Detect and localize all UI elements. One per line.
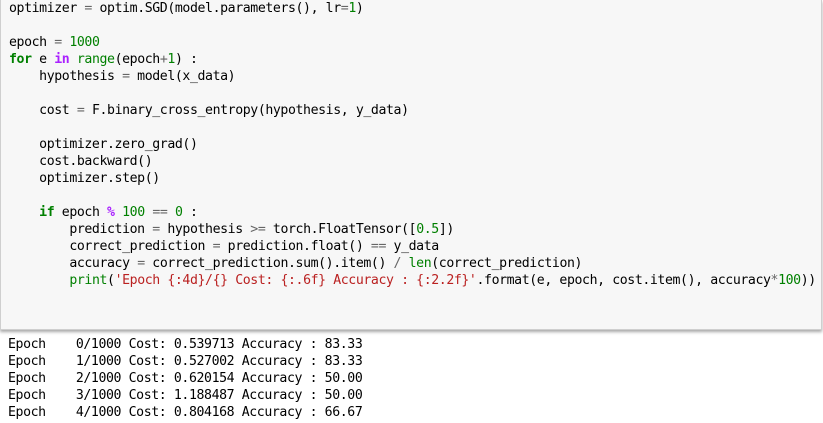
code-token: * [770, 273, 779, 288]
code-token: model(x_data) [129, 69, 236, 84]
code-token: ( [107, 273, 115, 288]
code-token: if [39, 205, 55, 220]
code-token: 100 [122, 205, 145, 220]
code-token: == [152, 205, 168, 220]
code-token: hypothesis [9, 69, 123, 84]
code-token: optim.SGD(model.parameters(), lr [91, 1, 341, 16]
code-token: = [212, 239, 221, 254]
output-line: Epoch 2/1000 Cost: 0.620154 Accuracy : 5… [8, 371, 363, 386]
code-line: hypothesis = model(x_data) [9, 68, 816, 85]
code-line: accuracy = correct_prediction.sum().item… [9, 255, 816, 272]
code-token: >= [250, 222, 266, 237]
code-line: correct_prediction = prediction.float() … [9, 238, 816, 255]
code-token: len [408, 256, 432, 271]
code-token: = [84, 1, 92, 16]
code-token: (correct_prediction) [431, 256, 583, 271]
code-token: = [152, 222, 160, 237]
code-token: 0 [174, 205, 183, 220]
code-line: print('Epoch {:4d}/{} Cost: {:.6f} Accur… [9, 272, 816, 289]
code-line: cost = F.binary_cross_entropy(hypothesis… [9, 102, 816, 119]
code-token: prediction.float() [220, 239, 371, 254]
code-token: optimizer [9, 1, 85, 16]
code-token: in [54, 52, 70, 67]
code-token: % [107, 205, 115, 220]
code-token: 1000 [69, 35, 100, 50]
code-token: )) [800, 273, 816, 288]
code-token: optimizer.zero_grad() [9, 137, 198, 152]
code-token: range [76, 52, 115, 67]
code-token: ]) [438, 222, 454, 237]
code-token: : [182, 205, 198, 220]
code-token: = [122, 69, 130, 84]
code-token: torch.FloatTensor([ [265, 222, 417, 237]
output-line: Epoch 1/1000 Cost: 0.527002 Accuracy : 8… [8, 354, 363, 369]
code-line: optimizer = optim.SGD(model.parameters()… [9, 0, 816, 17]
code-line: optimizer.step() [9, 170, 816, 187]
code-line: optimizer.zero_grad() [9, 136, 816, 153]
code-token: F.binary_cross_entropy(hypothesis, y_dat… [84, 103, 409, 118]
code-token: 100 [778, 273, 801, 288]
code-token: ) : [174, 52, 198, 67]
code-token: ) [355, 1, 364, 16]
code-token: accuracy [9, 256, 138, 271]
code-token: == [370, 239, 387, 254]
code-line: prediction = hypothesis >= torch.FloatTe… [9, 221, 816, 238]
code-token: .format(e, epoch, cost.item(), accuracy [476, 273, 771, 288]
code-line: epoch = 1000 [9, 34, 816, 51]
code-token: prediction [9, 222, 153, 237]
code-token: / [393, 256, 402, 271]
code-token: print [69, 273, 108, 288]
output-line: Epoch 3/1000 Cost: 1.188487 Accuracy : 5… [8, 388, 363, 403]
output-line: Epoch 4/1000 Cost: 0.804168 Accuracy : 6… [8, 405, 363, 420]
code-cell[interactable]: optimizer = optim.SGD(model.parameters()… [0, 0, 822, 330]
cell-output: Epoch 0/1000 Cost: 0.539713 Accuracy : 8… [8, 336, 363, 421]
code-token: = [137, 256, 145, 271]
code-token: = [54, 35, 62, 50]
code-line: for e in range(epoch+1) : [9, 51, 816, 68]
code-token: 1 [348, 1, 356, 16]
code-token: cost.backward() [9, 154, 153, 169]
code-token: optimizer.step() [9, 171, 160, 186]
code-line: cost.backward() [9, 153, 816, 170]
code-token: cost [9, 103, 77, 118]
code-token: for [9, 52, 32, 67]
code-token: 0.5 [416, 222, 439, 237]
code-token: (epoch [114, 52, 161, 67]
code-token: e [31, 52, 55, 67]
code-token: epoch [9, 35, 55, 50]
code-token: correct_prediction [9, 239, 213, 254]
output-line: Epoch 0/1000 Cost: 0.539713 Accuracy : 8… [8, 337, 363, 352]
code-token: correct_prediction.sum().item() [144, 256, 394, 271]
code-editor[interactable]: optimizer = optim.SGD(model.parameters()… [9, 0, 816, 289]
code-token: 1 [167, 52, 175, 67]
code-line: if epoch % 100 == 0 : [9, 204, 816, 221]
code-token: 'Epoch {:4d}/{} Cost: {:.6f} Accuracy : … [114, 273, 477, 288]
code-token: epoch [54, 205, 108, 220]
code-token: y_data [386, 239, 440, 254]
code-token: hypothesis [159, 222, 251, 237]
